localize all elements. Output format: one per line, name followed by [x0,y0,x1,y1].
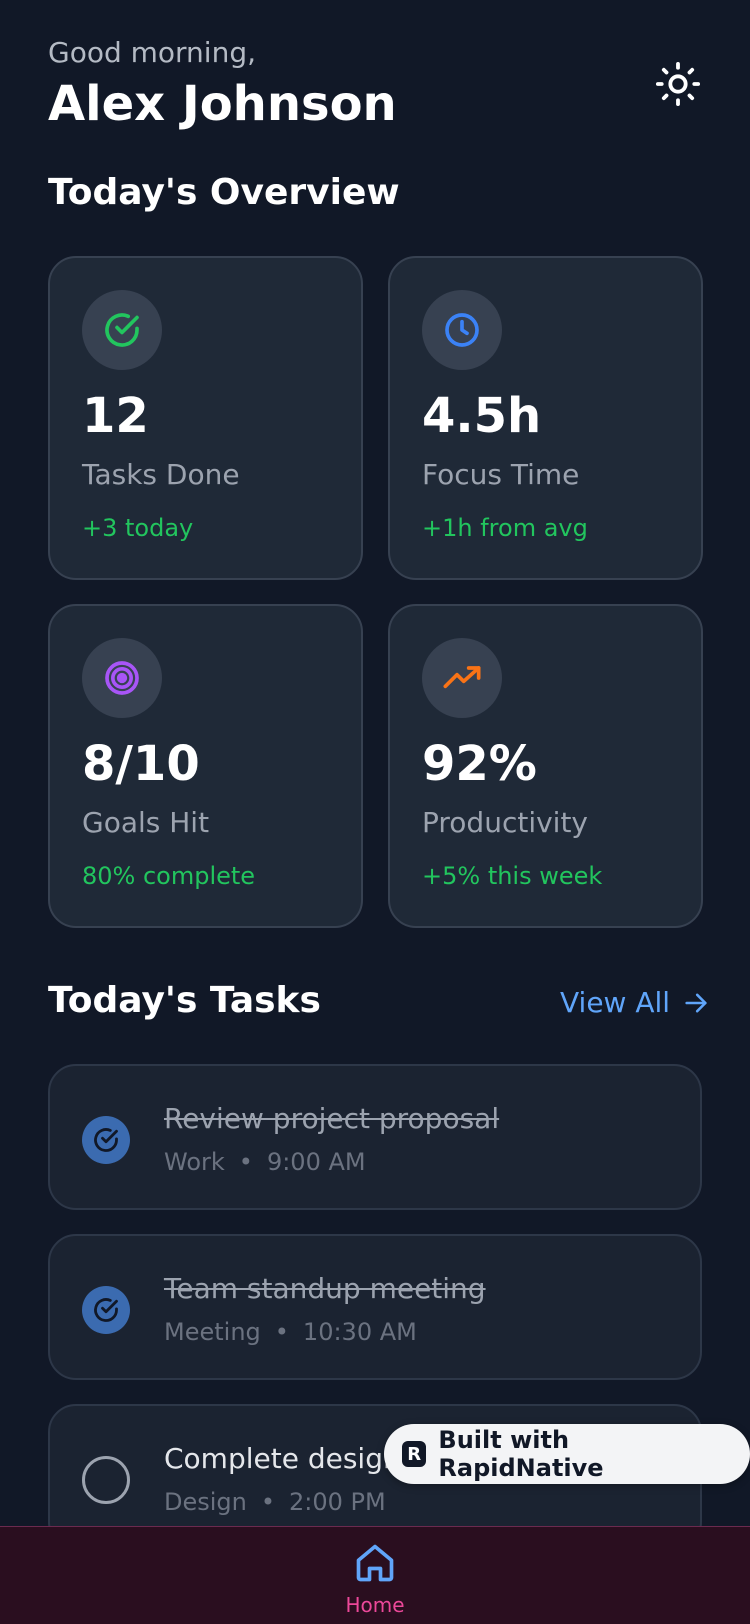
stat-card-productivity[interactable]: 92% Productivity +5% this week [388,604,703,928]
task-checkbox[interactable] [82,1456,130,1504]
task-category: Work [164,1148,225,1176]
stat-card-tasks-done[interactable]: 12 Tasks Done +3 today [48,256,363,580]
check-circle-icon [94,1128,118,1152]
task-title: Complete design [164,1442,401,1475]
stat-label: Tasks Done [82,458,240,491]
task-meta: Design • 2:00 PM [164,1488,386,1516]
stat-value: 12 [82,388,149,444]
stat-label: Goals Hit [82,806,210,839]
task-time: 9:00 AM [266,1148,366,1176]
task-meta: Work • 9:00 AM [164,1148,366,1176]
user-name: Alex Johnson [48,76,397,132]
stat-delta: +3 today [82,514,194,542]
stat-icon-badge [422,638,502,718]
task-time: 2:00 PM [289,1488,386,1516]
view-all-link[interactable]: View All [560,986,710,1019]
sun-icon [655,61,701,107]
bottom-tab-bar: Home [0,1526,750,1624]
task-checkbox[interactable] [82,1116,130,1164]
clock-icon [445,313,479,347]
stat-icon-badge [82,638,162,718]
trending-up-icon [443,666,481,689]
task-title: Review project proposal [164,1102,500,1135]
stat-icon-badge [422,290,502,370]
rapidnative-logo-icon: R [402,1441,427,1467]
tab-home[interactable]: Home [335,1541,415,1617]
tab-home-label: Home [345,1593,405,1617]
arrow-right-icon [685,993,707,1012]
stat-delta: 80% complete [82,862,256,890]
task-item[interactable]: Team standup meeting Meeting • 10:30 AM [48,1234,702,1380]
stat-label: Productivity [422,806,588,839]
task-title: Team standup meeting [164,1272,486,1305]
check-circle-icon [94,1298,118,1322]
task-category: Design [164,1488,247,1516]
task-meta: Meeting • 10:30 AM [164,1318,417,1346]
theme-toggle-button[interactable] [652,58,704,110]
stat-icon-badge [82,290,162,370]
meta-separator: • [274,1318,289,1346]
meta-separator: • [260,1488,276,1516]
tasks-title: Today's Tasks [48,980,321,1021]
task-category: Meeting [164,1318,261,1346]
stat-value: 4.5h [422,388,542,444]
target-icon [105,661,139,695]
stat-label: Focus Time [422,458,580,491]
built-with-badge[interactable]: R Built with RapidNative [384,1424,750,1484]
stat-card-focus-time[interactable]: 4.5h Focus Time +1h from avg [388,256,703,580]
greeting-text: Good morning, [48,36,257,69]
home-icon [356,1544,394,1582]
stat-value: 92% [422,736,537,792]
overview-title: Today's Overview [48,172,400,213]
meta-separator: • [238,1148,253,1176]
stat-card-goals-hit[interactable]: 8/10 Goals Hit 80% complete [48,604,363,928]
stat-value: 8/10 [82,736,200,792]
check-circle-icon [105,313,139,347]
task-time: 10:30 AM [302,1318,417,1346]
task-item[interactable]: Review project proposal Work • 9:00 AM [48,1064,702,1210]
view-all-label: View All [560,986,671,1019]
stat-delta: +1h from avg [422,514,588,542]
task-checkbox[interactable] [82,1286,130,1334]
badge-label: Built with RapidNative [438,1426,604,1482]
stat-delta: +5% this week [422,862,603,890]
